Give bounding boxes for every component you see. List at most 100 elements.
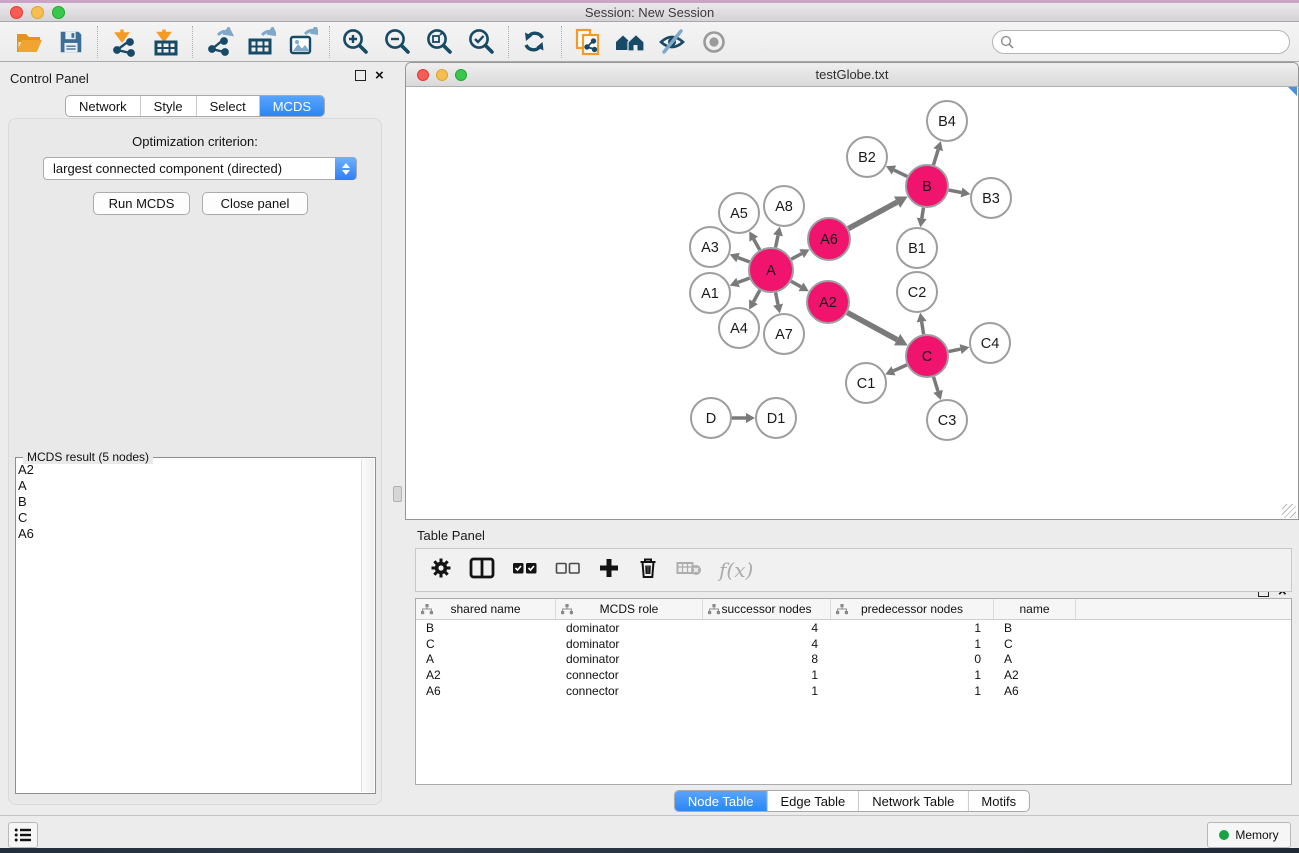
graph-edge-A-A1[interactable] [738,278,749,282]
open-session-button[interactable] [8,23,50,61]
graph-edge-A-A3[interactable] [738,258,749,262]
graph-edge-C-C1[interactable] [893,365,906,371]
graph-edge-A-A5[interactable] [754,239,760,250]
export-network-button[interactable] [198,23,240,61]
node-table[interactable]: shared nameMCDS rolesuccessor nodesprede… [415,598,1292,785]
zoom-in-button[interactable] [335,23,377,61]
zoom-out-button[interactable] [377,23,419,61]
table-cell: 1 [703,668,831,682]
graph-edge-C-C4[interactable] [949,349,961,351]
search-input[interactable] [992,30,1290,54]
save-session-button[interactable] [50,23,92,61]
column-header-predecessor-nodes[interactable]: predecessor nodes [831,599,994,619]
tab-select[interactable]: Select [196,96,259,116]
table-toolbar: f(x) [415,548,1292,592]
graph-edge-B-B2[interactable] [894,170,907,176]
table-row[interactable]: Bdominator41B [416,620,1291,636]
graph-edge-A2-C[interactable] [847,313,897,340]
fit-content-button[interactable] [419,23,461,61]
criterion-dropdown[interactable]: largest connected component (directed) [43,157,357,180]
delete-column-button[interactable] [637,556,659,585]
graph-edge-A-A2[interactable] [791,281,801,287]
first-neighbors-button[interactable] [609,23,651,61]
table-settings-button[interactable] [430,557,452,584]
run-mcds-button[interactable]: Run MCDS [93,192,190,215]
mcds-result-item[interactable]: C [18,510,34,526]
table-row[interactable]: A2connector11A2 [416,667,1291,683]
export-image-button[interactable] [282,23,324,61]
table-row[interactable]: Cdominator41C [416,636,1291,652]
graph-edge-B-B3[interactable] [949,190,962,192]
graph-edge-A-A8[interactable] [776,235,778,247]
graph-edge-B-B1[interactable] [922,208,924,219]
import-network-button[interactable] [103,23,145,61]
table-header-row: shared nameMCDS rolesuccessor nodesprede… [416,599,1291,620]
node-label-A8: A8 [775,199,793,215]
show-columns-button[interactable] [512,561,538,580]
node-label-A3: A3 [701,240,719,256]
show-all-button[interactable] [693,23,735,61]
float-panel-icon[interactable] [355,70,366,81]
column-header-name[interactable]: name [994,599,1076,619]
table-cell: A6 [994,684,1076,698]
list-scrollbar[interactable] [361,459,374,792]
delete-table-button[interactable] [676,559,702,582]
graph-edge-A-A7[interactable] [776,293,778,305]
edge-arrowhead [746,413,755,423]
vertical-splitter-grip[interactable] [393,486,402,502]
add-column-button[interactable] [598,557,620,584]
open-folder-icon [14,27,44,57]
column-header-shared-name[interactable]: shared name [416,599,556,619]
toolbar-separator [508,26,509,58]
network-view-window: testGlobe.txt AA1A2A3A4A5A6A7A8BB1B2B3B4… [405,62,1299,520]
graph-edge-A-A6[interactable] [791,254,801,260]
table-cell: C [416,637,556,651]
table-cell: 1 [831,637,994,651]
export-table-button[interactable] [240,23,282,61]
column-header-mcds-role[interactable]: MCDS role [556,599,703,619]
mcds-result-item[interactable]: B [18,494,34,510]
apply-layout-button[interactable] [514,23,556,61]
window-resize-grip[interactable] [1282,504,1296,518]
tab-node-table[interactable]: Node Table [675,791,767,811]
memory-status-icon [1219,830,1229,840]
graph-edge-B-B4[interactable] [933,150,938,165]
column-view-button[interactable] [469,557,495,584]
mcds-result-item[interactable]: A [18,478,34,494]
graph-edge-A6-B[interactable] [848,202,897,228]
mcds-result-item[interactable]: A2 [18,462,34,478]
zoom-selected-button[interactable] [461,23,503,61]
tab-network-table[interactable]: Network Table [858,791,967,811]
tab-mcds[interactable]: MCDS [259,96,324,116]
mcds-result-item[interactable]: A6 [18,526,34,542]
function-builder-button[interactable]: f(x) [719,558,753,582]
table-row[interactable]: Adominator80A [416,652,1291,668]
node-label-A4: A4 [730,321,748,337]
tab-motifs[interactable]: Motifs [967,791,1029,811]
graph-edge-A-A4[interactable] [753,290,759,302]
toolbar-separator [192,26,193,58]
memory-button[interactable]: Memory [1207,822,1291,848]
tab-style[interactable]: Style [140,96,196,116]
toolbar-separator [561,26,562,58]
task-history-button[interactable] [8,822,38,848]
hide-columns-button[interactable] [555,561,581,580]
graph-edge-C-C3[interactable] [934,377,938,391]
table-panel-tabs: Node TableEdge TableNetwork TableMotifs [674,790,1030,812]
table-cell: C [994,637,1076,651]
table-cell: 1 [831,621,994,635]
import-table-button[interactable] [145,23,187,61]
hide-selected-eye-icon [657,27,687,57]
new-network-from-selection-button[interactable] [567,23,609,61]
graph-edge-C-C2[interactable] [922,322,924,335]
birdseye-toggle-icon[interactable] [1288,87,1297,96]
tab-edge-table[interactable]: Edge Table [766,791,858,811]
column-header-successor-nodes[interactable]: successor nodes [703,599,831,619]
hide-selected-button[interactable] [651,23,693,61]
close-panel-button[interactable]: Close panel [202,192,308,215]
tab-network[interactable]: Network [66,96,140,116]
table-row[interactable]: A6connector11A6 [416,683,1291,699]
network-canvas[interactable]: AA1A2A3A4A5A6A7A8BB1B2B3B4CC1C2C3C4DD1 [407,87,1297,519]
mcds-result-list: A2ABCA6 [18,462,34,542]
close-panel-icon[interactable]: × [375,70,384,81]
